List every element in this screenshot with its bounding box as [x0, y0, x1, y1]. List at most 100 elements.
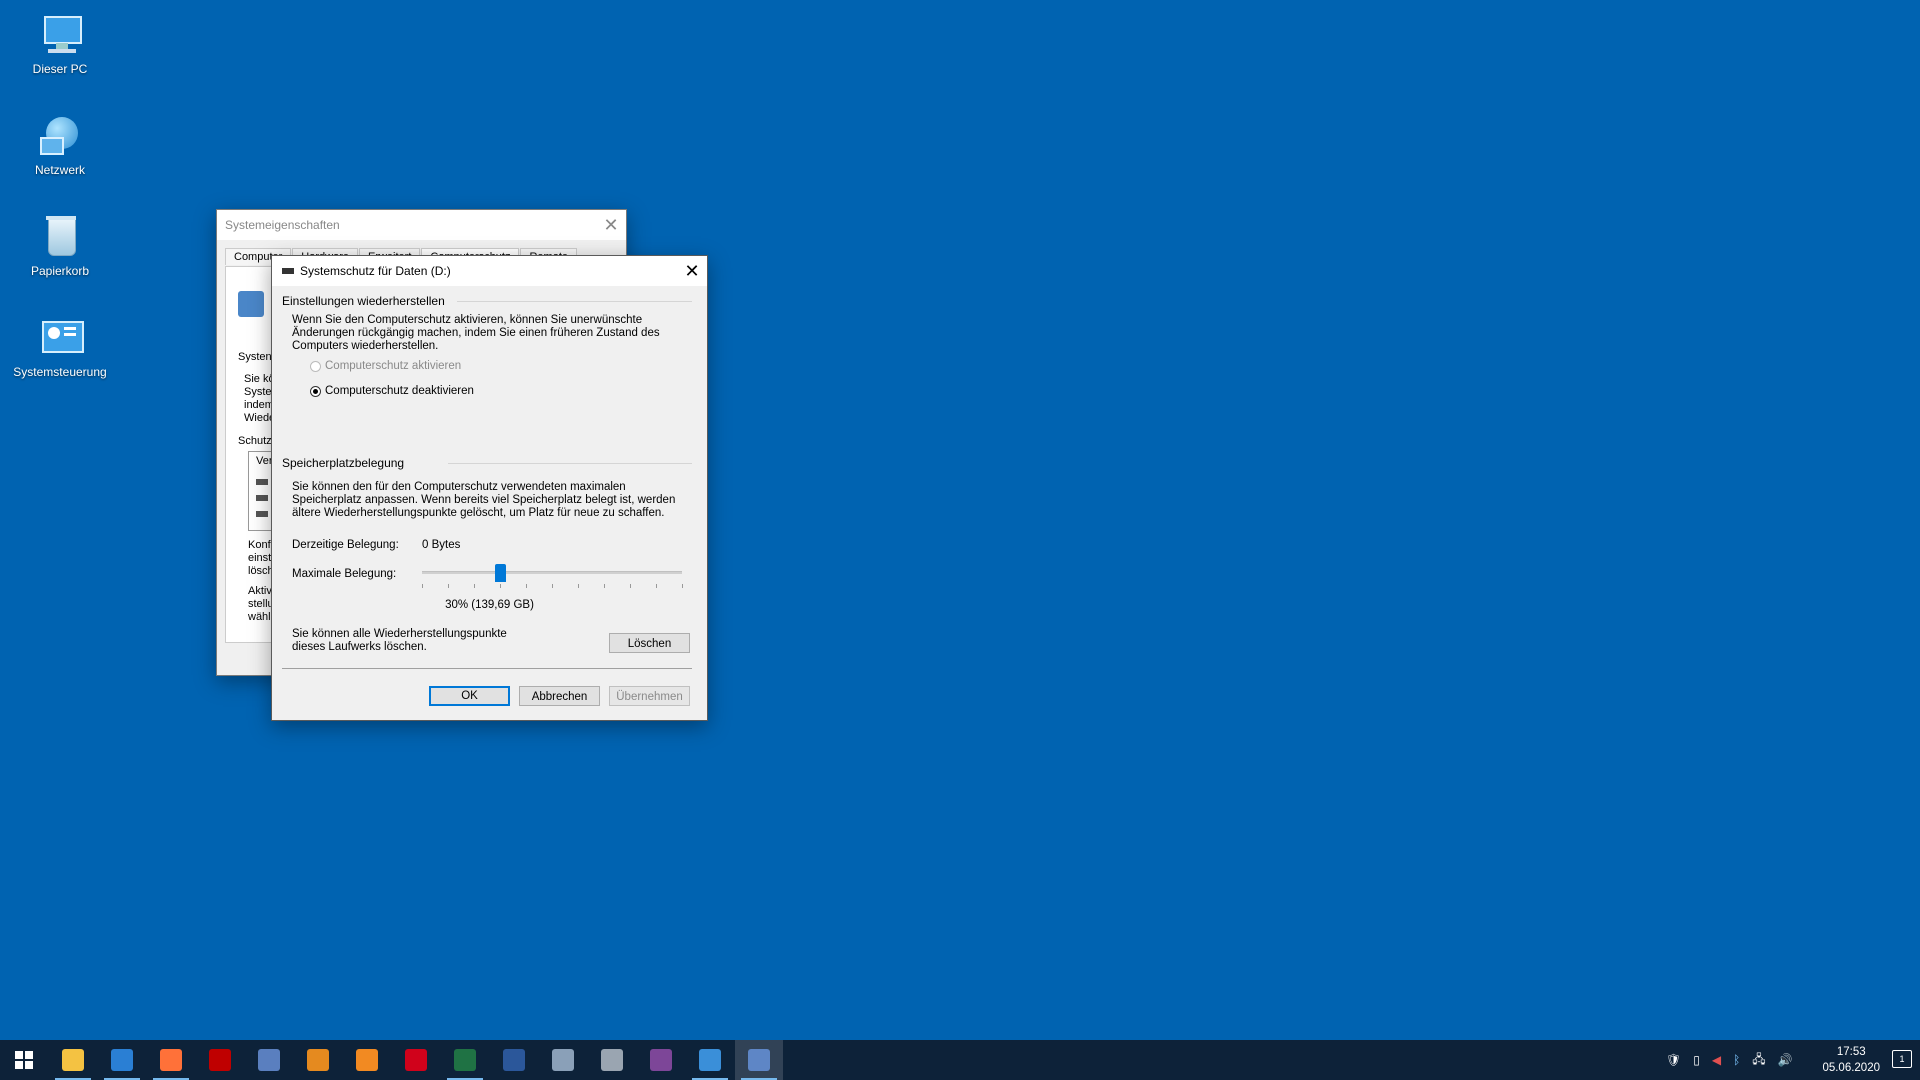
- drive-icon: [256, 479, 268, 485]
- divider: [457, 301, 692, 302]
- clock-time: 17:53: [1836, 1046, 1866, 1058]
- delete-button[interactable]: Löschen: [609, 633, 690, 653]
- taskbar-app-app-orange[interactable]: [294, 1040, 342, 1080]
- desktop-icon-this-pc[interactable]: Dieser PC: [10, 10, 110, 76]
- rss-icon: [356, 1049, 378, 1071]
- slider-tick: [500, 584, 501, 588]
- computer-icon: [36, 10, 84, 58]
- slider-tick: [448, 584, 449, 588]
- clock[interactable]: 17:53 05.06.2020: [1822, 1044, 1880, 1076]
- radio-enable-protection[interactable]: Computerschutz aktivieren: [310, 360, 461, 372]
- cancel-button[interactable]: Abbrechen: [519, 686, 600, 706]
- system-protection-dialog: Systemschutz für Daten (D:) ✕ Einstellun…: [271, 255, 708, 721]
- current-usage-value: 0 Bytes: [422, 539, 461, 551]
- slider-tick: [682, 584, 683, 588]
- desktop-icon-recycle-bin[interactable]: Papierkorb: [10, 212, 110, 278]
- divider: [282, 668, 692, 669]
- desktop-icon-control-panel[interactable]: Systemsteuerung: [10, 313, 110, 379]
- taskbar-app-control-panel[interactable]: [686, 1040, 734, 1080]
- app-orange-icon: [307, 1049, 329, 1071]
- clock-date: 05.06.2020: [1822, 1062, 1880, 1074]
- max-usage-label: Maximale Belegung:: [292, 568, 397, 580]
- text-fragment: Konfi: [248, 539, 274, 551]
- taskbar-app-explorer[interactable]: [49, 1040, 97, 1080]
- max-usage-slider[interactable]: [422, 562, 683, 592]
- text-fragment: stellu: [248, 598, 274, 610]
- current-usage-label: Derzeitige Belegung:: [292, 539, 399, 551]
- taskbar-app-start[interactable]: [0, 1040, 48, 1080]
- taskbar-app-filezilla[interactable]: [196, 1040, 244, 1080]
- taskbar-app-thunderbird[interactable]: [98, 1040, 146, 1080]
- slider-tick: [552, 584, 553, 588]
- taskbar-app-network-tool[interactable]: [245, 1040, 293, 1080]
- notification-count: 1: [1899, 1054, 1905, 1064]
- desktop-icon-label: Systemsteuerung: [13, 365, 107, 379]
- chevron-icon[interactable]: ◀: [1712, 1053, 1721, 1067]
- radio-button[interactable]: [310, 385, 321, 397]
- system-icon: [238, 291, 264, 317]
- slider-tick: [474, 584, 475, 588]
- taskbar-app-system-props[interactable]: [735, 1040, 783, 1080]
- tor-icon: [650, 1049, 672, 1071]
- text-fragment: indem: [244, 399, 274, 411]
- text-fragment: lösch: [248, 565, 274, 577]
- disk-usage-heading: Speicherplatzbelegung: [282, 456, 405, 470]
- slider-tick: [656, 584, 657, 588]
- taskbar-app-security[interactable]: [539, 1040, 587, 1080]
- usage-description: Sie können den für den Computerschutz ve…: [292, 481, 676, 519]
- desktop-icon-label: Dieser PC: [32, 62, 88, 76]
- taskbar-app-excel[interactable]: [441, 1040, 489, 1080]
- defender-icon[interactable]: 🛡: [1666, 1053, 1681, 1067]
- radio-label: Computerschutz aktivieren: [325, 360, 462, 372]
- restore-settings-heading: Einstellungen wiederherstellen: [282, 294, 445, 308]
- restore-description: Wenn Sie den Computerschutz aktivieren, …: [292, 314, 660, 352]
- taskbar-app-word[interactable]: [490, 1040, 538, 1080]
- slider-tick: [422, 584, 423, 588]
- ok-button[interactable]: OK: [429, 686, 510, 706]
- shield-app-icon: [552, 1049, 574, 1071]
- slider-tick: [630, 584, 631, 588]
- close-icon[interactable]: ✕: [596, 210, 626, 240]
- windows-logo-icon: [13, 1049, 35, 1071]
- usb-icon[interactable]: ▯: [1693, 1053, 1700, 1067]
- desktop-icon-network[interactable]: Netzwerk: [10, 111, 110, 177]
- drive-icon: [256, 511, 268, 517]
- slider-thumb[interactable]: [495, 564, 506, 582]
- network-tray-icon[interactable]: 🖧: [1752, 1050, 1765, 1071]
- divider: [448, 463, 692, 464]
- slider-tick: [604, 584, 605, 588]
- window-title: Systemeigenschaften: [225, 218, 340, 232]
- max-usage-value: 30% (139,69 GB): [445, 599, 534, 611]
- volume-icon[interactable]: 🔊: [1778, 1053, 1793, 1067]
- text-fragment: Aktiv: [248, 585, 272, 597]
- radio-button[interactable]: [310, 360, 321, 372]
- close-icon[interactable]: ✕: [677, 256, 707, 286]
- taskbar-app-app-gray[interactable]: [588, 1040, 636, 1080]
- taskbar-app-sky-go[interactable]: [392, 1040, 440, 1080]
- app-gray-icon: [601, 1049, 623, 1071]
- control-panel-task-icon: [699, 1049, 721, 1071]
- apply-button[interactable]: Übernehmen: [609, 686, 690, 706]
- taskbar-app-tor[interactable]: [637, 1040, 685, 1080]
- sky-go-icon: [405, 1049, 427, 1071]
- bluetooth-icon[interactable]: ᛒ: [1733, 1053, 1740, 1067]
- desktop-icon-label: Papierkorb: [30, 264, 90, 278]
- system-properties-task-icon: [748, 1049, 770, 1071]
- text-fragment: Sie kö: [244, 373, 275, 385]
- dialog-title: Systemschutz für Daten (D:): [300, 264, 451, 278]
- radio-label: Computerschutz deaktivieren: [325, 385, 474, 397]
- word-icon: [503, 1049, 525, 1071]
- excel-icon: [454, 1049, 476, 1071]
- desktop-icon-label: Netzwerk: [34, 163, 85, 177]
- slider-tick: [578, 584, 579, 588]
- dialog-titlebar: Systemschutz für Daten (D:) ✕: [272, 256, 707, 286]
- control-panel-icon: [36, 313, 84, 361]
- taskbar-app-firefox[interactable]: [147, 1040, 195, 1080]
- notification-center-icon[interactable]: 1: [1892, 1050, 1912, 1068]
- recycle-bin-icon: [36, 212, 84, 260]
- network-icon: [36, 111, 84, 159]
- taskbar-app-rss[interactable]: [343, 1040, 391, 1080]
- network-tool-icon: [258, 1049, 280, 1071]
- firefox-icon: [160, 1049, 182, 1071]
- radio-disable-protection[interactable]: Computerschutz deaktivieren: [310, 385, 474, 397]
